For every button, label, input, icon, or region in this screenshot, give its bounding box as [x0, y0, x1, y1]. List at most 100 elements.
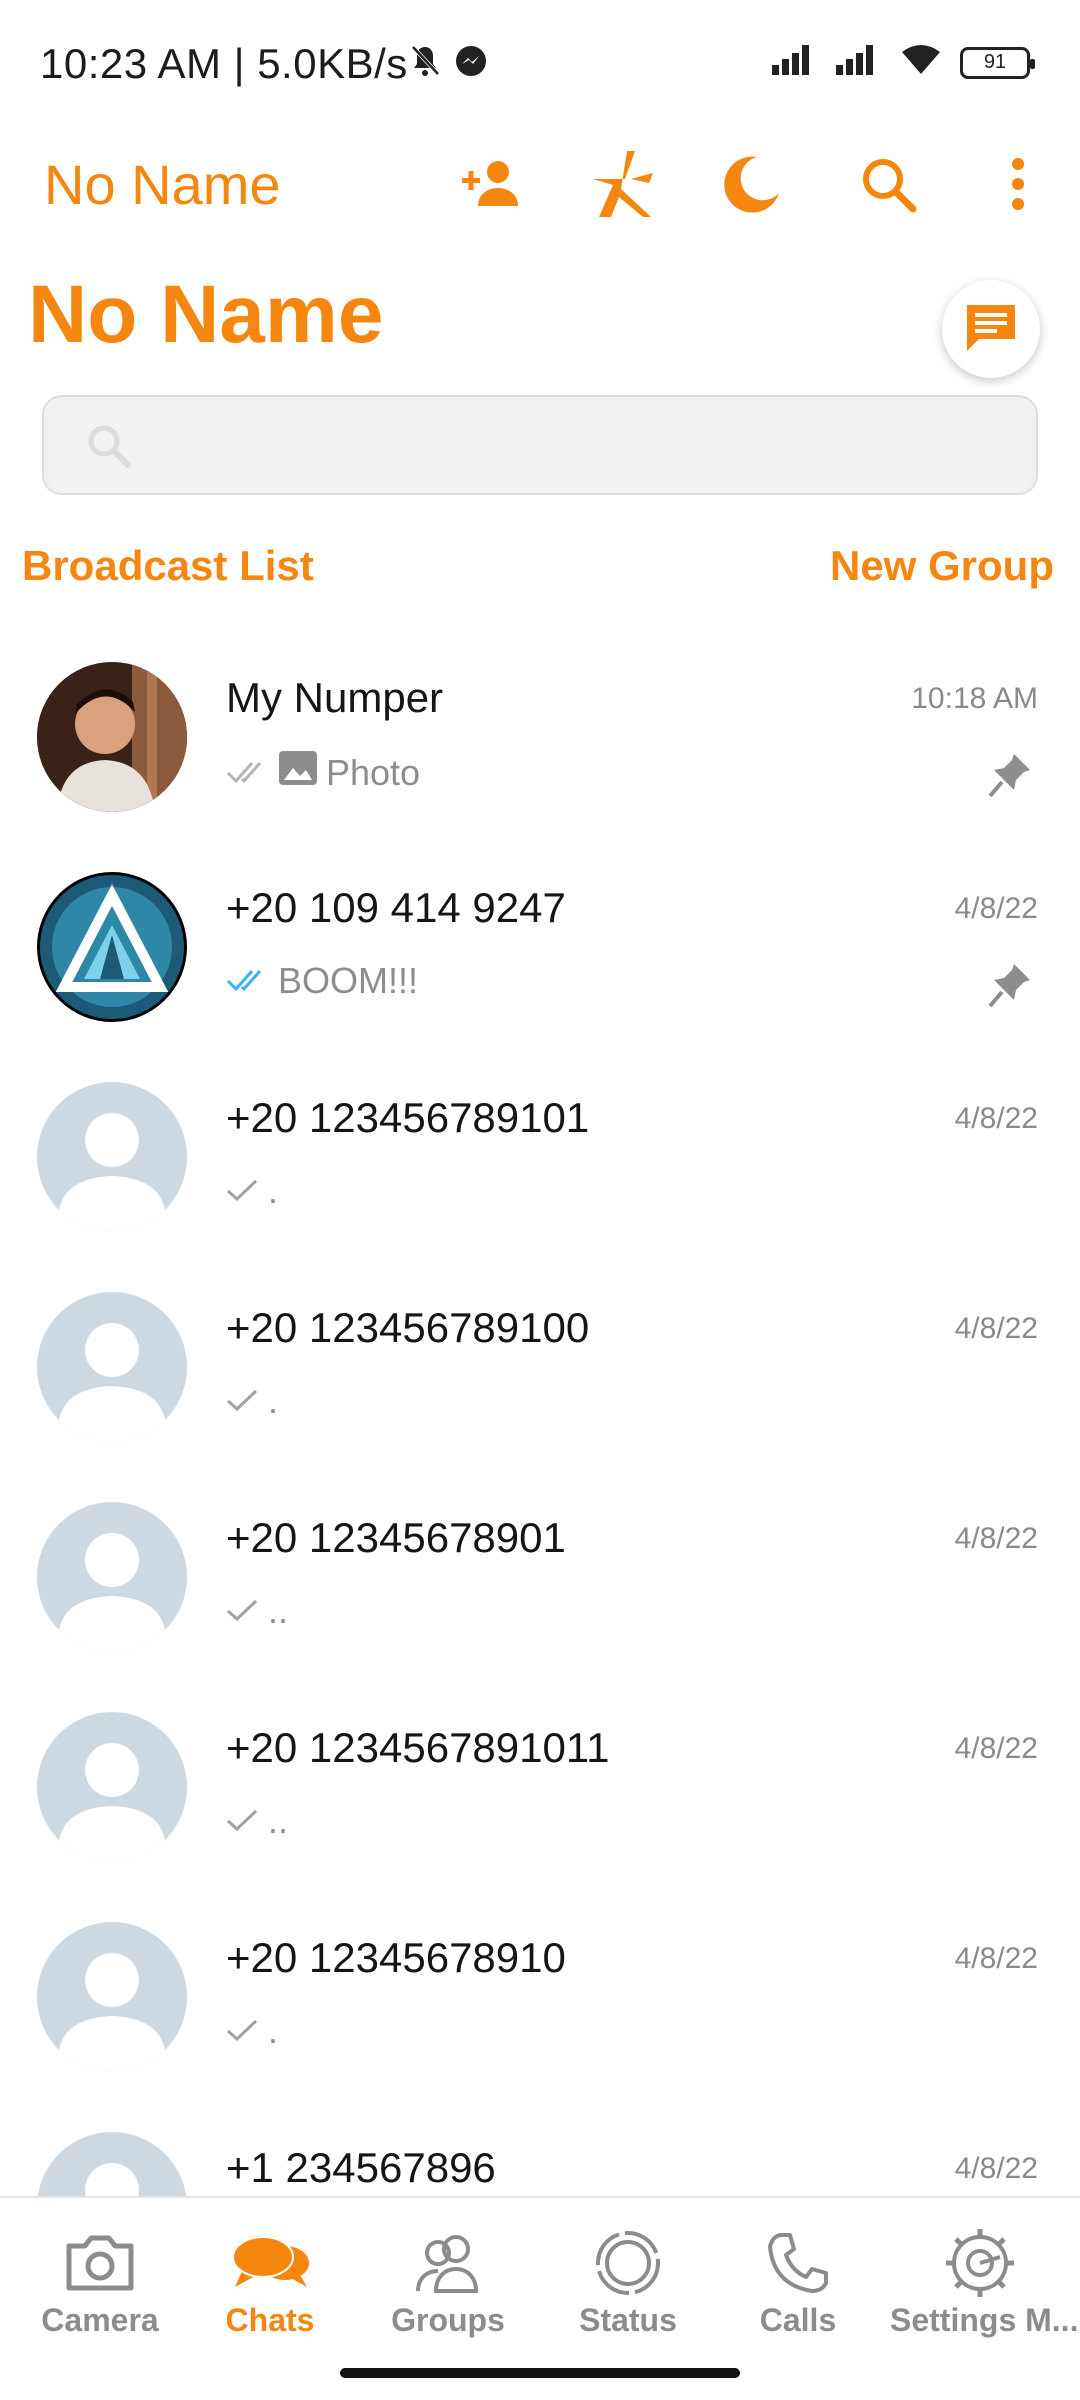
- chat-preview-text: ..: [268, 1800, 289, 1841]
- tab-status[interactable]: Status: [538, 2224, 718, 2344]
- status-notification-icons: [410, 44, 488, 83]
- tab-groups[interactable]: Groups: [358, 2224, 538, 2344]
- default-avatar-icon: [37, 2132, 187, 2196]
- double-check-blue-icon: [226, 960, 270, 1002]
- status-icon: [538, 2224, 718, 2302]
- chat-name: +20 1234567891011: [226, 1724, 610, 1771]
- chat-name: +20 123456789101: [226, 1094, 590, 1141]
- bell-off-icon: [410, 44, 440, 83]
- tab-label: Calls: [759, 2302, 837, 2338]
- chat-row[interactable]: +20 109 414 9247 4/8/22 BOOM!!!: [0, 850, 1080, 1060]
- phone-icon: [708, 2224, 888, 2302]
- chat-list: My Numper 10:18 AM Photo +20 109 414 924…: [0, 640, 1080, 2196]
- moon-icon[interactable]: [716, 148, 788, 220]
- wifi-icon: [900, 44, 942, 81]
- tab-chats[interactable]: Chats: [180, 2224, 360, 2344]
- message-icon: [963, 301, 1019, 358]
- chat-time: 4/8/22: [954, 1732, 1038, 1765]
- default-avatar-icon: [37, 1292, 187, 1442]
- chat-name: +20 12345678901: [226, 1514, 566, 1561]
- chat-preview-text: .: [268, 2010, 279, 2051]
- double-check-icon: [226, 752, 270, 794]
- chat-preview-text: ..: [268, 1590, 289, 1631]
- chat-preview: .: [226, 2010, 278, 2052]
- chat-time: 4/8/22: [954, 1942, 1038, 1975]
- default-avatar-icon: [37, 1082, 187, 1232]
- tab-settings[interactable]: Settings M...: [890, 2224, 1079, 2344]
- check-icon: [226, 2010, 260, 2052]
- avatar: [37, 872, 187, 1022]
- tab-label: Camera: [41, 2302, 159, 2338]
- default-avatar-icon: [37, 1922, 187, 2072]
- chat-row[interactable]: +20 12345678910 4/8/22 .: [0, 1900, 1080, 2110]
- chat-row[interactable]: My Numper 10:18 AM Photo: [0, 640, 1080, 850]
- chat-preview: .: [226, 1380, 278, 1422]
- chat-preview-text: BOOM!!!: [278, 960, 419, 1001]
- search-input[interactable]: [154, 417, 994, 477]
- chat-name: +20 12345678910: [226, 1934, 566, 1981]
- status-time: 10:23 AM | 5.0KB/s: [40, 40, 408, 87]
- chat-name: +1 234567896: [226, 2144, 496, 2191]
- search-icon[interactable]: [852, 148, 924, 220]
- new-message-button[interactable]: [942, 280, 1040, 378]
- search-bar[interactable]: [42, 395, 1038, 495]
- chat-row[interactable]: +20 1234567891011 4/8/22 ..: [0, 1690, 1080, 1900]
- chat-preview: Photo: [226, 750, 420, 795]
- tab-camera[interactable]: Camera: [10, 2224, 190, 2344]
- chat-time: 4/8/22: [954, 2152, 1038, 2185]
- pin-icon: [988, 752, 1032, 803]
- chat-time: 4/8/22: [954, 1102, 1038, 1135]
- battery-icon: 91: [960, 46, 1035, 79]
- status-bar: 10:23 AM | 5.0KB/s 91: [0, 0, 1080, 130]
- tab-calls[interactable]: Calls: [708, 2224, 888, 2344]
- chat-row[interactable]: +1 234567896 4/8/22: [0, 2110, 1080, 2196]
- chat-preview: .: [226, 1170, 278, 1212]
- tab-label: Settings M...: [890, 2302, 1079, 2338]
- pin-icon: [988, 962, 1032, 1013]
- chat-preview-text: Photo: [326, 751, 421, 793]
- chat-row[interactable]: +20 123456789100 4/8/22 .: [0, 1270, 1080, 1480]
- status-system-icons: 91: [772, 44, 1035, 81]
- camera-icon: [10, 2224, 190, 2302]
- chat-row[interactable]: +20 123456789101 4/8/22 .: [0, 1060, 1080, 1270]
- avatar: [37, 662, 187, 812]
- chat-row[interactable]: +20 12345678901 4/8/22 ..: [0, 1480, 1080, 1690]
- chat-time: 4/8/22: [954, 1522, 1038, 1555]
- chat-preview: BOOM!!!: [226, 960, 418, 1002]
- chat-time: 4/8/22: [954, 1312, 1038, 1345]
- image-icon: [278, 750, 318, 795]
- chat-preview: ..: [226, 1590, 288, 1632]
- check-icon: [226, 1380, 260, 1422]
- add-contact-icon[interactable]: [456, 148, 528, 220]
- default-avatar-icon: [37, 1712, 187, 1862]
- messenger-icon: [454, 44, 488, 83]
- groups-icon: [358, 2224, 538, 2302]
- tab-label: Groups: [391, 2302, 505, 2338]
- logo-icon[interactable]: [588, 148, 660, 220]
- chat-name: +20 123456789100: [226, 1304, 590, 1351]
- chat-name: My Numper: [226, 674, 444, 721]
- quick-links: Broadcast List New Group: [0, 530, 1080, 600]
- settings-icon: [890, 2224, 1070, 2302]
- broadcast-list-link[interactable]: Broadcast List: [22, 542, 314, 590]
- chats-icon: [180, 2224, 360, 2302]
- tab-label: Status: [579, 2302, 677, 2338]
- tab-label: Chats: [225, 2302, 315, 2338]
- app-bar-title: No Name: [44, 153, 281, 216]
- search-field-icon: [84, 421, 134, 476]
- more-vert-icon[interactable]: [982, 148, 1054, 220]
- signal-icon: [772, 45, 818, 80]
- chat-preview: ..: [226, 1800, 288, 1842]
- app-bar: No Name: [0, 130, 1080, 240]
- default-avatar-icon: [37, 1502, 187, 1652]
- chat-preview-text: .: [268, 1170, 279, 1211]
- check-icon: [226, 1590, 260, 1632]
- check-icon: [226, 1800, 260, 1842]
- chat-preview-text: .: [268, 1380, 279, 1421]
- signal-icon-2: [836, 45, 882, 80]
- chat-name: +20 109 414 9247: [226, 884, 566, 931]
- home-indicator[interactable]: [340, 2368, 740, 2378]
- check-icon: [226, 1170, 260, 1212]
- new-group-link[interactable]: New Group: [830, 542, 1054, 590]
- page-title: No Name: [28, 269, 384, 360]
